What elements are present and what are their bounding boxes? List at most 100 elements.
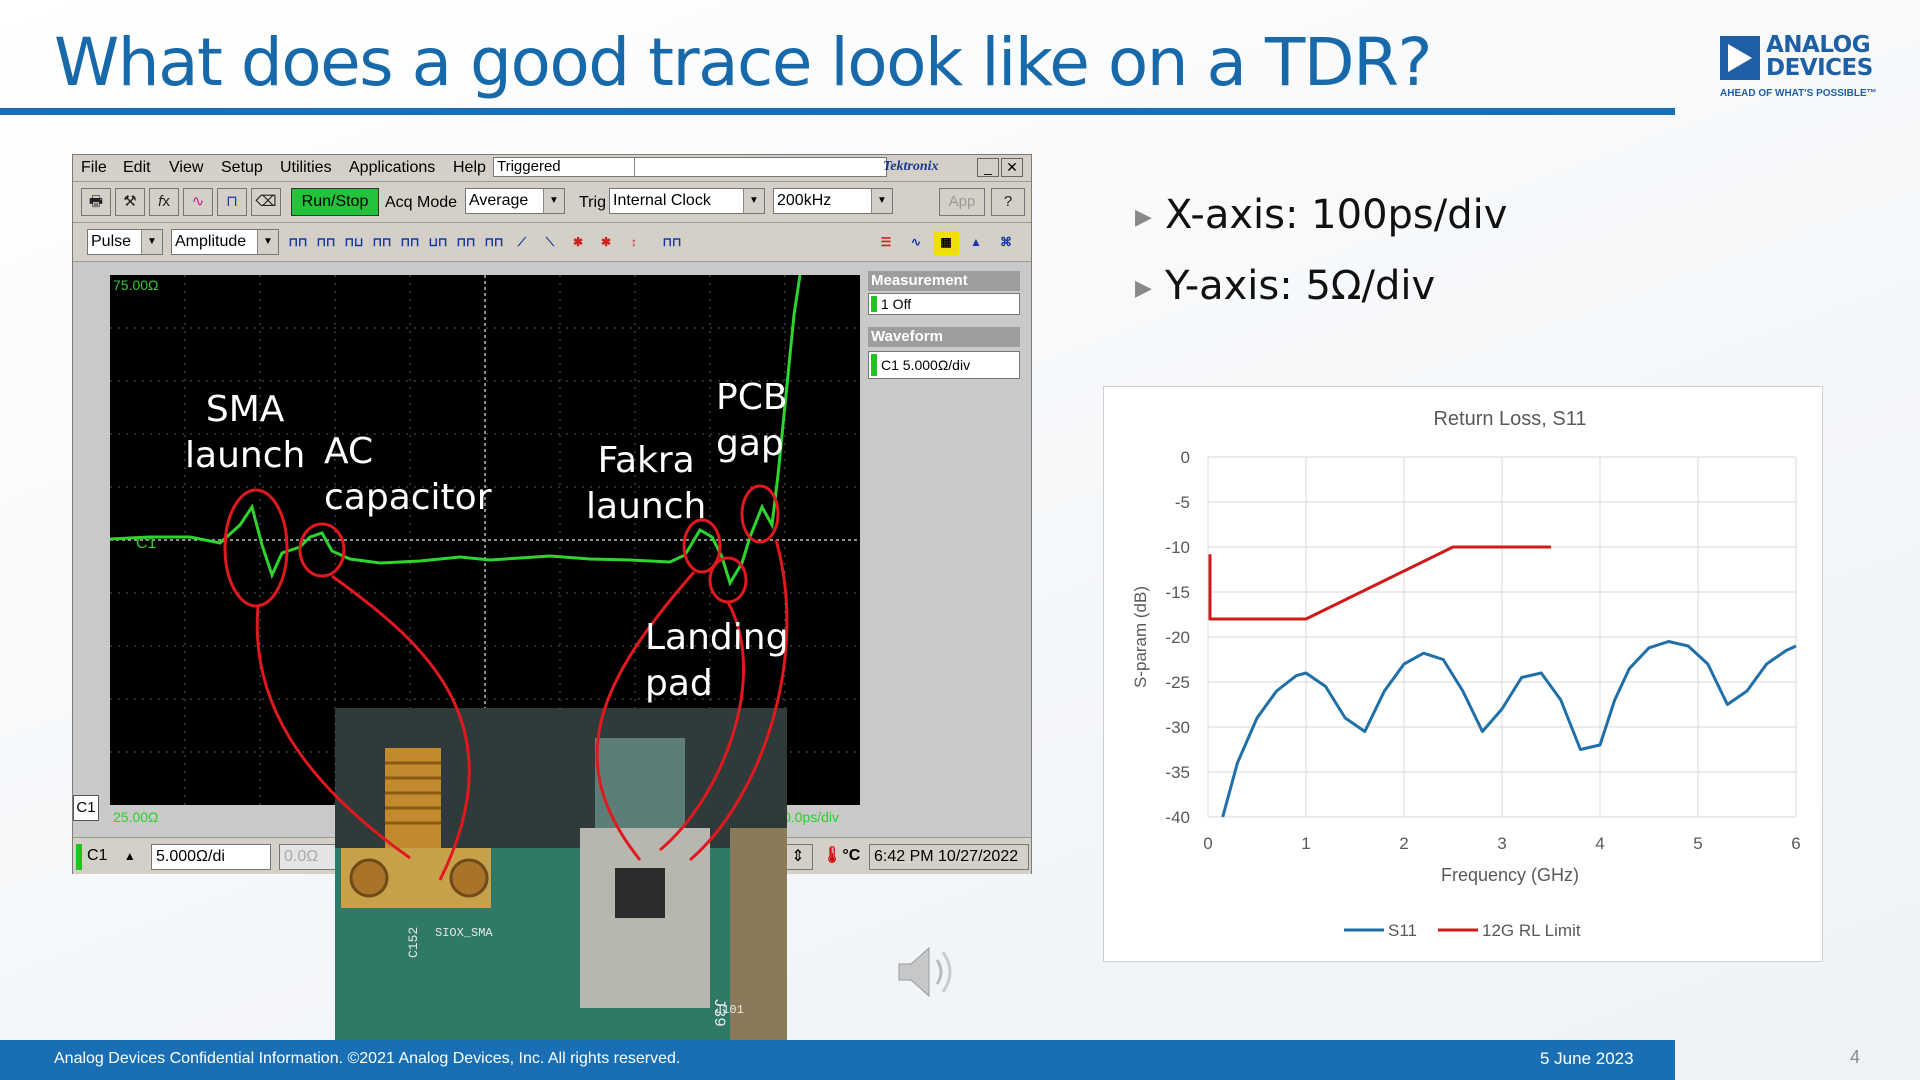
measure-min-icon[interactable]: ⊓⊓ xyxy=(397,231,423,255)
measure-amplitude-icon[interactable]: ⊓⊓ xyxy=(285,231,311,255)
chart-y-tick-label: -35 xyxy=(1165,763,1190,782)
chart-y-tick-label: -30 xyxy=(1165,718,1190,737)
chart-legend-label: S11 xyxy=(1388,921,1417,940)
annotation-sma-launch: SMA launch xyxy=(185,389,306,476)
measure-rise-icon[interactable]: ⟋ xyxy=(509,231,535,255)
frequency-select[interactable]: 200kHz ▼ xyxy=(773,188,893,214)
waveform-field[interactable]: C1 5.000Ω/div xyxy=(868,351,1020,379)
tektronix-brand: Tektronix xyxy=(883,159,939,174)
logo-wordmark: ANALOG DEVICES xyxy=(1766,32,1873,81)
offset-field[interactable]: 0.0Ω xyxy=(279,844,339,870)
waveform-view-icon[interactable]: ∿ xyxy=(903,231,929,255)
pcb-label-c152: C152 xyxy=(406,927,421,958)
bullet-triangle-icon: ▶ xyxy=(1135,275,1152,301)
trig-label: Trig xyxy=(579,194,606,211)
chart-y-tick-label: 0 xyxy=(1181,448,1190,467)
amplitude-select[interactable]: Amplitude ▼ xyxy=(171,229,279,255)
datetime-field: 6:42 PM 10/27/2022 xyxy=(869,844,1029,870)
menu-help[interactable]: Help xyxy=(453,159,486,177)
annotation-landing-pad: Landing pad xyxy=(645,617,789,704)
footer-confidential: Analog Devices Confidential Information.… xyxy=(54,1050,681,1067)
pcb-label-j101: J101 xyxy=(715,1003,744,1017)
vertical-scale-field[interactable]: 5.000Ω/di xyxy=(151,844,271,870)
chevron-up-icon: ▲ xyxy=(123,849,136,863)
acq-mode-select[interactable]: Average ▼ xyxy=(465,188,565,214)
run-stop-button[interactable]: Run/Stop xyxy=(291,188,379,216)
eraser-icon[interactable]: ⌫ xyxy=(251,188,281,216)
status-channel[interactable]: C1 ▲ xyxy=(83,844,143,870)
minimize-button[interactable]: _ xyxy=(977,158,999,177)
chart-x-tick-label: 0 xyxy=(1203,834,1212,853)
footer-date: 5 June 2023 xyxy=(1540,1049,1634,1068)
slide-title: What does a good trace look like on a TD… xyxy=(54,24,1432,101)
annotation-ac-capacitor: AC capacitor xyxy=(324,431,492,518)
tools-icon[interactable]: ⚒ xyxy=(115,188,145,216)
measure-noise-icon[interactable]: ✱ xyxy=(593,231,619,255)
measure-delta-icon[interactable]: ↕ xyxy=(621,231,647,255)
menu-view[interactable]: View xyxy=(169,159,203,177)
help-icon[interactable]: ? xyxy=(991,188,1025,216)
logo-tagline: AHEAD OF WHAT'S POSSIBLE™ xyxy=(1720,88,1877,99)
measure-low-icon[interactable]: ⊓⊔ xyxy=(341,231,367,255)
chart-x-tick-label: 6 xyxy=(1791,834,1800,853)
chart-y-tick-label: -5 xyxy=(1175,493,1190,512)
chart-x-tick-label: 3 xyxy=(1497,834,1506,853)
eye-view-icon[interactable]: ▦ xyxy=(933,231,959,255)
chevron-down-icon: ▼ xyxy=(543,189,564,213)
temperature-icon: 🌡°C xyxy=(818,844,868,870)
trigger-source-select[interactable]: Internal Clock ▼ xyxy=(609,188,765,214)
menu-setup[interactable]: Setup xyxy=(221,159,263,177)
chart-x-tick-label: 5 xyxy=(1693,834,1702,853)
measure-rms-icon[interactable]: ⊓⊓ xyxy=(481,231,507,255)
measure-jitter-icon[interactable]: ✱ xyxy=(565,231,591,255)
pcb-label-sma: SIOX_SMA xyxy=(435,926,493,940)
chart-y-tick-label: -15 xyxy=(1165,583,1190,602)
title-rule xyxy=(0,108,1675,115)
measurement-toolbar: Pulse ▼ Amplitude ▼ ⊓⊓ ⊓⊓ ⊓⊔ ⊓⊓ ⊓⊓ ⊔⊓ ⊓⊓… xyxy=(73,223,1031,262)
vertical-ruler xyxy=(73,263,110,813)
chart-series-line-12g-rl-limit xyxy=(1208,545,1551,621)
trace-channel-marker: C1 xyxy=(136,535,157,552)
measure-max-icon[interactable]: ⊓⊓ xyxy=(369,231,395,255)
chart-x-tick-label: 1 xyxy=(1301,834,1310,853)
time-div-label: 0.0ps/div xyxy=(783,809,840,825)
chevron-down-icon: ▼ xyxy=(743,189,764,213)
pcb-photo: C152 SIOX_SMA J39 J101 xyxy=(335,708,787,1040)
histogram-icon[interactable]: ▲ xyxy=(963,231,989,255)
analog-devices-logo: ANALOG DEVICES AHEAD OF WHAT'S POSSIBLE™ xyxy=(1720,32,1890,106)
close-button[interactable]: ✕ xyxy=(1001,158,1023,177)
speaker-icon[interactable] xyxy=(895,940,965,1004)
histogram-lines-icon[interactable]: ☰ xyxy=(873,231,899,255)
chevron-down-icon: ▼ xyxy=(141,230,162,254)
menu-edit[interactable]: Edit xyxy=(123,159,151,177)
measure-pk-icon[interactable]: ⊔⊓ xyxy=(425,231,451,255)
spinner-icon[interactable]: ⇕ xyxy=(783,844,813,870)
math-function-icon[interactable]: fx xyxy=(149,188,179,216)
print-icon[interactable]: 🖶 xyxy=(81,188,111,216)
chart-y-axis-label: S-param (dB) xyxy=(1131,586,1150,688)
measurement-field[interactable]: 1 Off xyxy=(868,293,1020,315)
menu-utilities[interactable]: Utilities xyxy=(280,159,332,177)
bullet-x-axis: ▶ X-axis: 100ps/div xyxy=(1135,192,1508,238)
menu-applications[interactable]: Applications xyxy=(349,159,435,177)
pulse-select[interactable]: Pulse ▼ xyxy=(87,229,163,255)
bullet-triangle-icon: ▶ xyxy=(1135,204,1152,230)
measure-mean-icon[interactable]: ⊓⊓ xyxy=(453,231,479,255)
waveform-icon[interactable]: ∿ xyxy=(183,188,213,216)
return-loss-chart: 0 -5 -10 -15 -20 -25 -30 -35 -40 0 1 2 3 4 5 6 Return Lo… xyxy=(1103,386,1823,962)
footer-bar: Analog Devices Confidential Information.… xyxy=(0,1040,1675,1080)
chart-title: Return Loss, S11 xyxy=(1433,408,1586,430)
measure-high-icon[interactable]: ⊓⊓ xyxy=(313,231,339,255)
page-number: 4 xyxy=(1850,1047,1861,1067)
measure-fall-icon[interactable]: ⟍ xyxy=(537,231,563,255)
return-loss-chart-svg: 0 -5 -10 -15 -20 -25 -30 -35 -40 0 1 2 3 4 5 6 Return Lo… xyxy=(1131,408,1801,940)
chevron-down-icon: ▼ xyxy=(871,189,892,213)
mask-icon[interactable]: ⌘ xyxy=(993,231,1019,255)
channel-c1-tab[interactable]: C1 xyxy=(73,795,99,821)
measure-period-icon[interactable]: ⊓⊓ xyxy=(659,231,685,255)
app-button[interactable]: App xyxy=(939,188,985,216)
scale-bottom-label: 25.00Ω xyxy=(113,809,159,825)
pulse-icon[interactable]: ⊓ xyxy=(217,188,247,216)
menu-file[interactable]: File xyxy=(81,159,107,177)
chart-x-tick-label: 4 xyxy=(1595,834,1604,853)
